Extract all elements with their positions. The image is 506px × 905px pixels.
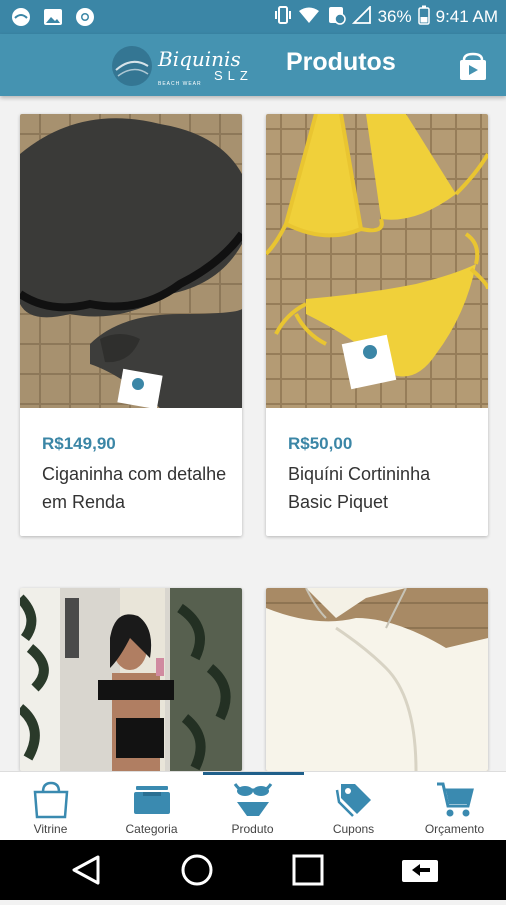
- product-image: [20, 114, 242, 408]
- battery-icon: [417, 5, 430, 30]
- recents-icon: [292, 854, 324, 886]
- recents-button[interactable]: [292, 854, 324, 886]
- wifi-icon: [298, 6, 320, 29]
- product-name: Biquíni Cortininha Basic Piquet: [288, 464, 431, 512]
- product-card[interactable]: [20, 588, 242, 771]
- home-button[interactable]: [181, 854, 213, 886]
- shopping-bag-icon: [460, 52, 486, 80]
- product-price: R$50,00: [288, 434, 353, 453]
- nav-label: Categoria: [125, 822, 178, 836]
- cart-icon: [437, 782, 474, 817]
- nav-label: Vitrine: [33, 822, 68, 836]
- product-price: R$149,90: [42, 434, 116, 453]
- product-card[interactable]: [266, 588, 488, 771]
- product-card[interactable]: R$149,90 Ciganinha com detalhe em Renda: [20, 114, 242, 536]
- back-button[interactable]: [72, 855, 100, 885]
- notification-app-icon: [10, 6, 32, 28]
- back-icon: [72, 855, 100, 885]
- product-card[interactable]: R$50,00 Biquíni Cortininha Basic Piquet: [266, 114, 488, 536]
- product-image: [266, 114, 488, 408]
- battery-level: 36%: [377, 7, 412, 26]
- bottom-navigation: Vitrine Categoria Produto Cupons Orçamen…: [0, 771, 506, 841]
- product-image: [20, 588, 242, 771]
- product-name: Ciganinha com detalhe em Renda: [42, 464, 227, 512]
- nav-label: Produto: [231, 822, 274, 836]
- svg-text:SLZ: SLZ: [214, 68, 253, 83]
- bikini-icon: [233, 783, 273, 816]
- page-title: Produtos: [286, 48, 396, 76]
- signal-icon: [351, 4, 372, 29]
- nav-item-orcamento[interactable]: Orçamento: [404, 772, 505, 841]
- nav-item-vitrine[interactable]: Vitrine: [0, 772, 101, 841]
- vibrate-icon: [274, 5, 292, 30]
- svg-text:BEACH WEAR: BEACH WEAR: [158, 81, 202, 87]
- gallery-icon: [42, 6, 64, 28]
- switch-app-button[interactable]: [402, 860, 438, 882]
- category-icon: [134, 786, 170, 814]
- brand-logo: Biquinis SLZ BEACH WEAR: [110, 44, 280, 88]
- app-bar: Biquinis SLZ BEACH WEAR Produtos: [0, 34, 506, 96]
- system-navigation-bar: [0, 840, 506, 900]
- switch-app-icon: [402, 860, 438, 882]
- data-saver-icon: [326, 5, 346, 30]
- nav-label: Cupons: [332, 822, 375, 836]
- nav-item-cupons[interactable]: Cupons: [303, 772, 404, 841]
- home-icon: [181, 854, 213, 886]
- nav-item-categoria[interactable]: Categoria: [101, 772, 202, 841]
- status-bar: 36% 9:41 AM: [0, 0, 506, 34]
- product-image: [266, 588, 488, 771]
- nav-label: Orçamento: [424, 822, 485, 836]
- clock: 9:41 AM: [435, 7, 498, 26]
- tag-icon: [335, 784, 371, 817]
- shopping-bag-icon: [33, 781, 69, 819]
- nav-item-produto[interactable]: Produto: [202, 772, 303, 841]
- shopping-bag-button[interactable]: [456, 50, 490, 84]
- chrome-icon: [74, 6, 96, 28]
